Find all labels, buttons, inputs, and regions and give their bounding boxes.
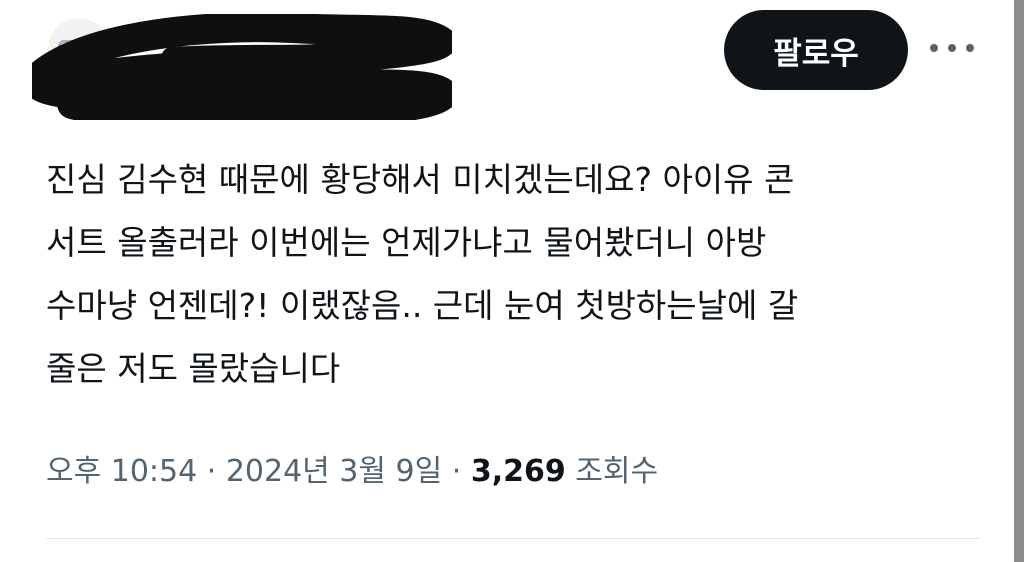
meta-separator: · (442, 454, 471, 489)
divider (46, 538, 980, 539)
tweet-meta: 오후 10:54 · 2024년 3월 9일 · 3,269 조회수 (46, 446, 658, 490)
more-dot (930, 44, 938, 52)
tweet-text-line: 줄은 저도 몰랐습니다 (46, 349, 341, 388)
more-horizontal-icon[interactable] (930, 36, 974, 60)
more-dot (966, 44, 974, 52)
redaction-scribble (32, 14, 452, 120)
tweet-text-line: 서트 올출러라 이번에는 언제가냐고 물어봤더니 아방 (46, 223, 767, 262)
tweet-time[interactable]: 오후 10:54 (46, 454, 197, 489)
views-label: 조회수 (575, 454, 659, 489)
views-count[interactable]: 3,269 (471, 454, 566, 489)
tweet-date[interactable]: 2024년 3월 9일 (226, 454, 442, 489)
tweet-text: 진심 김수현 때문에 황당해서 미치겠는데요? 아이유 콘 서트 올출러라 이번… (46, 148, 996, 400)
tweet-header: 더이상 다시도 팔로우 (0, 0, 1014, 125)
tweet-text-line: 수마냥 언젠데?! 이랬잖음.. 근데 눈여 첫방하는날에 갈 (46, 286, 799, 325)
more-dot (948, 44, 956, 52)
follow-button[interactable]: 팔로우 (724, 10, 908, 90)
meta-separator: · (197, 454, 226, 489)
scroll-edge (1014, 0, 1024, 562)
tweet-text-line: 진심 김수현 때문에 황당해서 미치겠는데요? 아이유 콘 (46, 160, 795, 199)
